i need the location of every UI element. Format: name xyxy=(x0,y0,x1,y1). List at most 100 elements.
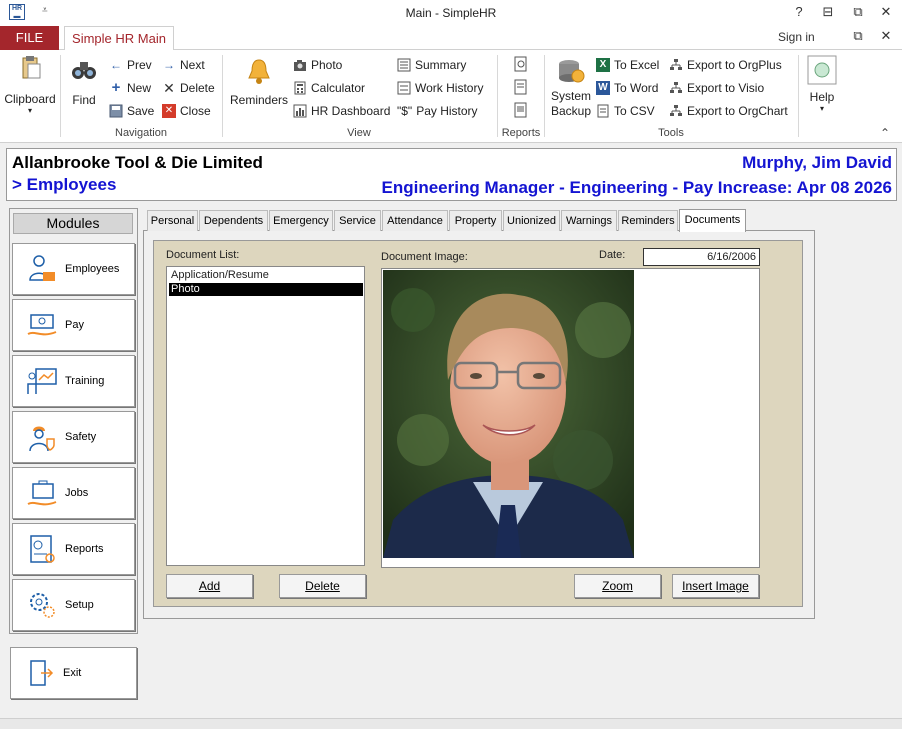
clipboard-dropdown-icon: ▾ xyxy=(27,106,32,115)
ribbon-separator xyxy=(222,55,223,137)
calculator-button[interactable]: Calculator xyxy=(293,78,365,98)
module-reports-button[interactable]: Reports xyxy=(12,523,135,575)
close-button[interactable]: ✕ Close xyxy=(162,101,211,121)
module-employees-button[interactable]: Employees xyxy=(12,243,135,295)
restore-window-icon[interactable]: ⧉ xyxy=(848,4,868,20)
photo-button[interactable]: Photo xyxy=(293,55,342,75)
ribbon-separator xyxy=(497,55,498,137)
module-training-button[interactable]: Training xyxy=(12,355,135,407)
tab-documents[interactable]: Documents xyxy=(679,209,746,232)
photo-label: Photo xyxy=(311,58,343,72)
hr-dashboard-label: HR Dashboard xyxy=(311,104,391,118)
backup-label: Backup xyxy=(550,104,592,118)
prev-button[interactable]: ← Prev xyxy=(109,55,152,75)
add-label: Add xyxy=(198,579,221,593)
camera-icon xyxy=(293,58,307,72)
work-history-button[interactable]: Work History xyxy=(397,78,483,98)
close-doc-icon[interactable]: ✕ xyxy=(876,28,896,44)
tab-unionized[interactable]: Unionized xyxy=(503,210,560,231)
add-document-button[interactable]: Add xyxy=(166,574,253,598)
employee-photo xyxy=(383,270,634,558)
to-excel-label: To Excel xyxy=(614,58,660,72)
calculator-label: Calculator xyxy=(311,81,366,95)
tab-file[interactable]: FILE xyxy=(0,26,59,50)
hr-dashboard-button[interactable]: HR Dashboard xyxy=(293,101,390,121)
collapse-ribbon-icon[interactable]: ⌃ xyxy=(880,126,890,140)
module-jobs-button[interactable]: Jobs xyxy=(12,467,135,519)
module-label: Setup xyxy=(65,599,94,611)
csv-icon xyxy=(596,104,610,118)
delete-document-button[interactable]: Delete xyxy=(279,574,366,598)
to-csv-button[interactable]: To CSV xyxy=(596,101,655,121)
insert-image-button[interactable]: Insert Image xyxy=(672,574,759,598)
find-button[interactable]: Find xyxy=(68,58,100,107)
status-bar xyxy=(0,718,902,729)
sign-in-link[interactable]: Sign in xyxy=(778,30,815,44)
tab-property[interactable]: Property xyxy=(449,210,502,231)
module-setup-button[interactable]: Setup xyxy=(12,579,135,631)
date-field[interactable]: 6/16/2006 xyxy=(643,248,760,266)
report-preview-icon[interactable] xyxy=(514,56,528,75)
ribbon-display-icon[interactable]: ⊟ xyxy=(818,4,838,20)
window-title: Main - SimpleHR xyxy=(405,6,497,20)
system-backup-button[interactable]: System Backup xyxy=(548,56,594,119)
reminders-button[interactable]: Reminders xyxy=(228,57,290,107)
exit-button[interactable]: Exit xyxy=(10,647,137,699)
pay-history-button[interactable]: "$" Pay History xyxy=(397,101,478,121)
employee-name: Murphy, Jim David xyxy=(742,153,892,172)
next-button[interactable]: → Next xyxy=(162,55,205,75)
help-dropdown-icon: ▾ xyxy=(819,104,824,113)
export-orgplus-button[interactable]: Export to OrgPlus xyxy=(669,55,782,75)
tab-service[interactable]: Service xyxy=(334,210,381,231)
tab-warnings[interactable]: Warnings xyxy=(561,210,617,231)
module-safety-button[interactable]: Safety xyxy=(12,411,135,463)
list-item[interactable]: Photo xyxy=(169,283,363,296)
new-button[interactable]: + New xyxy=(109,78,151,98)
company-name: Allanbrooke Tool & Die Limited xyxy=(12,153,263,172)
delete-button[interactable]: ✕ Delete xyxy=(162,78,215,98)
restore-doc-icon[interactable]: ⧉ xyxy=(848,28,868,44)
tab-attendance[interactable]: Attendance xyxy=(382,210,448,231)
tab-emergency[interactable]: Emergency xyxy=(269,210,333,231)
export-orgchart-button[interactable]: Export to OrgChart xyxy=(669,101,788,121)
module-label: Training xyxy=(65,375,105,387)
help-label: Help xyxy=(809,90,835,104)
document-list[interactable]: Application/Resume Photo xyxy=(166,266,365,566)
arrow-left-icon: ← xyxy=(110,58,122,72)
pay-money-icon xyxy=(27,314,57,336)
tab-simple-hr-main[interactable]: Simple HR Main xyxy=(64,26,174,51)
org-chart-icon xyxy=(669,104,683,118)
export-visio-button[interactable]: Export to Visio xyxy=(669,78,764,98)
module-label: Jobs xyxy=(65,487,89,499)
export-orgchart-label: Export to OrgChart xyxy=(687,104,788,118)
save-label: Save xyxy=(127,104,155,118)
zoom-label: Zoom xyxy=(602,579,633,593)
module-pay-button[interactable]: Pay xyxy=(12,299,135,351)
report-doc-icon[interactable] xyxy=(514,102,528,121)
save-disk-icon xyxy=(109,104,123,118)
list-item[interactable]: Application/Resume xyxy=(169,269,363,282)
help-icon[interactable]: ? xyxy=(789,4,809,20)
document-image-label: Document Image: xyxy=(381,251,468,263)
to-word-button[interactable]: W To Word xyxy=(596,78,658,98)
zoom-button[interactable]: Zoom xyxy=(574,574,661,598)
find-label: Find xyxy=(72,93,96,107)
summary-button[interactable]: Summary xyxy=(397,55,466,75)
clipboard-icon xyxy=(22,56,41,79)
to-excel-button[interactable]: X To Excel xyxy=(596,55,659,75)
delete-doc-label: Delete xyxy=(305,579,340,593)
tab-dependents[interactable]: Dependents xyxy=(199,210,268,231)
bell-icon xyxy=(248,59,270,84)
clipboard-button[interactable]: Clipboard ▾ xyxy=(4,55,56,115)
help-button[interactable]: Help ▾ xyxy=(804,55,840,113)
export-visio-label: Export to Visio xyxy=(687,81,765,95)
export-orgplus-label: Export to OrgPlus xyxy=(687,58,782,72)
tab-reminders[interactable]: Reminders xyxy=(618,210,678,231)
delete-x-icon: ✕ xyxy=(163,80,175,96)
report-list-icon[interactable] xyxy=(514,79,528,98)
dollar-icon: "$" xyxy=(397,104,413,118)
calculator-icon xyxy=(293,81,307,95)
close-window-icon[interactable]: ✕ xyxy=(876,4,896,20)
tab-personal[interactable]: Personal xyxy=(147,210,198,231)
save-button[interactable]: Save xyxy=(109,101,154,121)
